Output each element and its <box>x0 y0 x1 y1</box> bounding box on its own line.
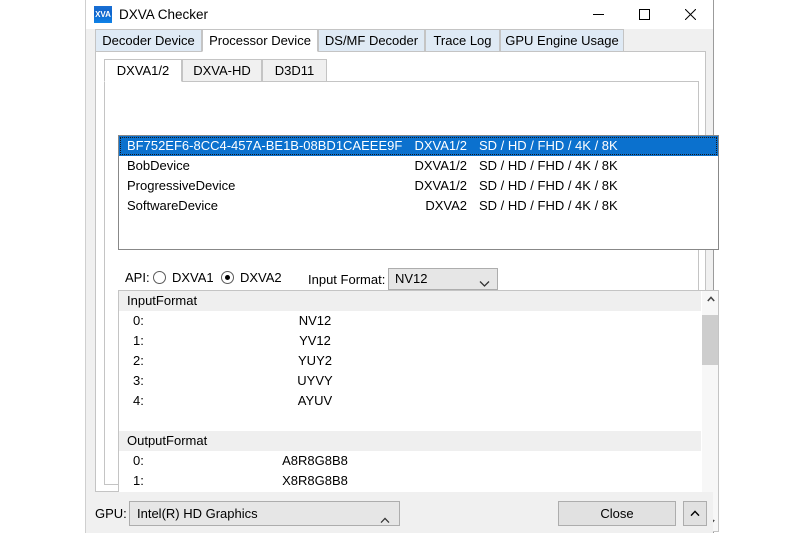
dxva-app-icon: XVA <box>94 6 112 23</box>
gpu-value: Intel(R) HD Graphics <box>137 503 258 524</box>
minimize-icon <box>575 9 621 20</box>
format-index: 4: <box>133 391 144 411</box>
radio-dxva1-indicator <box>153 271 166 284</box>
list-item[interactable]: 0: NV12 <box>119 311 701 331</box>
device-api: DXVA1/2 <box>359 136 467 156</box>
scrollbar-thumb[interactable] <box>702 315 719 365</box>
table-row[interactable]: BF752EF6-8CC4-457A-BE1B-08BD1CAEEE9F DXV… <box>119 136 718 156</box>
tab-d3d11[interactable]: D3D11 <box>262 59 327 82</box>
tab-decoder-device[interactable]: Decoder Device <box>95 29 202 52</box>
format-value: YUY2 <box>259 351 371 371</box>
tab-gpu-engine-usage[interactable]: GPU Engine Usage <box>500 29 624 52</box>
dxva1-2-panel: BF752EF6-8CC4-457A-BE1B-08BD1CAEEE9F DXV… <box>104 81 699 485</box>
close-button[interactable]: Close <box>558 501 676 526</box>
api-label: API: <box>125 268 150 288</box>
device-api: DXVA2 <box>359 196 467 216</box>
minimize-button[interactable] <box>575 0 621 29</box>
table-row[interactable]: BobDevice DXVA1/2 SD / HD / FHD / 4K / 8… <box>119 156 718 176</box>
device-caps: SD / HD / FHD / 4K / 8K <box>479 136 618 156</box>
list-item[interactable]: 1: X8R8G8B8 <box>119 471 701 491</box>
format-value: NV12 <box>259 311 371 331</box>
title-bar: XVA DXVA Checker <box>86 0 713 29</box>
format-value: YV12 <box>259 331 371 351</box>
format-value: UYVY <box>259 371 371 391</box>
processor-device-panel: DXVA-HD D3D11 DXVA1/2 BF752EF6-8CC4-457A… <box>95 51 706 492</box>
radio-dxva1-label: DXVA1 <box>172 268 214 288</box>
device-caps: SD / HD / FHD / 4K / 8K <box>479 176 618 196</box>
gpu-select[interactable]: Intel(R) HD Graphics <box>129 501 400 526</box>
gpu-label: GPU: <box>95 504 127 524</box>
input-format-value: NV12 <box>395 269 428 289</box>
radio-dxva2-label: DXVA2 <box>240 268 282 288</box>
format-value: A8R8G8B8 <box>259 451 371 471</box>
device-api: DXVA1/2 <box>359 176 467 196</box>
list-item[interactable]: 3: UYVY <box>119 371 701 391</box>
main-tab-strip: Decoder Device DS/MF Decoder Trace Log G… <box>95 29 706 52</box>
maximize-icon <box>621 9 667 20</box>
device-name: BobDevice <box>127 156 190 176</box>
radio-dxva2-indicator <box>221 271 234 284</box>
chevron-up-icon <box>690 510 700 517</box>
format-index: 0: <box>133 311 144 331</box>
list-item[interactable]: 1: YV12 <box>119 331 701 351</box>
scroll-up-button[interactable] <box>702 291 719 308</box>
device-caps: SD / HD / FHD / 4K / 8K <box>479 156 618 176</box>
bottom-bar: GPU: Intel(R) HD Graphics Close <box>86 492 713 533</box>
device-name: SoftwareDevice <box>127 196 218 216</box>
table-row[interactable]: SoftwareDevice DXVA2 SD / HD / FHD / 4K … <box>119 196 718 216</box>
input-format-label: Input Format: <box>308 270 385 290</box>
tab-ds-mf-decoder[interactable]: DS/MF Decoder <box>318 29 425 52</box>
close-window-button[interactable] <box>667 0 713 29</box>
list-item[interactable]: 2: YUY2 <box>119 351 701 371</box>
chevron-up-icon <box>380 511 390 529</box>
maximize-button[interactable] <box>621 0 667 29</box>
list-item[interactable]: 4: AYUV <box>119 391 701 411</box>
chevron-up-icon <box>707 296 715 302</box>
dxva-checker-window: XVA DXVA Checker Decoder Device DS/MF De… <box>85 0 714 533</box>
output-format-section-header: OutputFormat <box>119 431 701 451</box>
tab-dxva1-2[interactable]: DXVA1/2 <box>104 59 182 82</box>
api-options-row: API: DXVA1 DXVA2 Input Format: NV12 <box>105 266 698 290</box>
table-row[interactable]: ProgressiveDevice DXVA1/2 SD / HD / FHD … <box>119 176 718 196</box>
tab-processor-device[interactable]: Processor Device <box>202 29 318 52</box>
format-index: 3: <box>133 371 144 391</box>
device-api: DXVA1/2 <box>359 156 467 176</box>
device-name: ProgressiveDevice <box>127 176 235 196</box>
format-value: X8R8G8B8 <box>259 471 371 491</box>
processor-sub-tab-strip: DXVA-HD D3D11 DXVA1/2 <box>104 59 699 82</box>
input-format-section-header: InputFormat <box>119 291 701 311</box>
input-format-select[interactable]: NV12 <box>388 268 498 290</box>
close-icon <box>667 9 713 20</box>
expand-button[interactable] <box>683 501 707 526</box>
device-caps: SD / HD / FHD / 4K / 8K <box>479 196 618 216</box>
list-item[interactable]: 0: A8R8G8B8 <box>119 451 701 471</box>
format-index: 1: <box>133 471 144 491</box>
window-title: DXVA Checker <box>119 4 208 25</box>
format-index: 0: <box>133 451 144 471</box>
tab-trace-log[interactable]: Trace Log <box>425 29 500 52</box>
tab-dxva-hd[interactable]: DXVA-HD <box>182 59 262 82</box>
format-index: 2: <box>133 351 144 371</box>
format-value: AYUV <box>259 391 371 411</box>
format-index: 1: <box>133 331 144 351</box>
processor-device-list[interactable]: BF752EF6-8CC4-457A-BE1B-08BD1CAEEE9F DXV… <box>118 135 719 250</box>
